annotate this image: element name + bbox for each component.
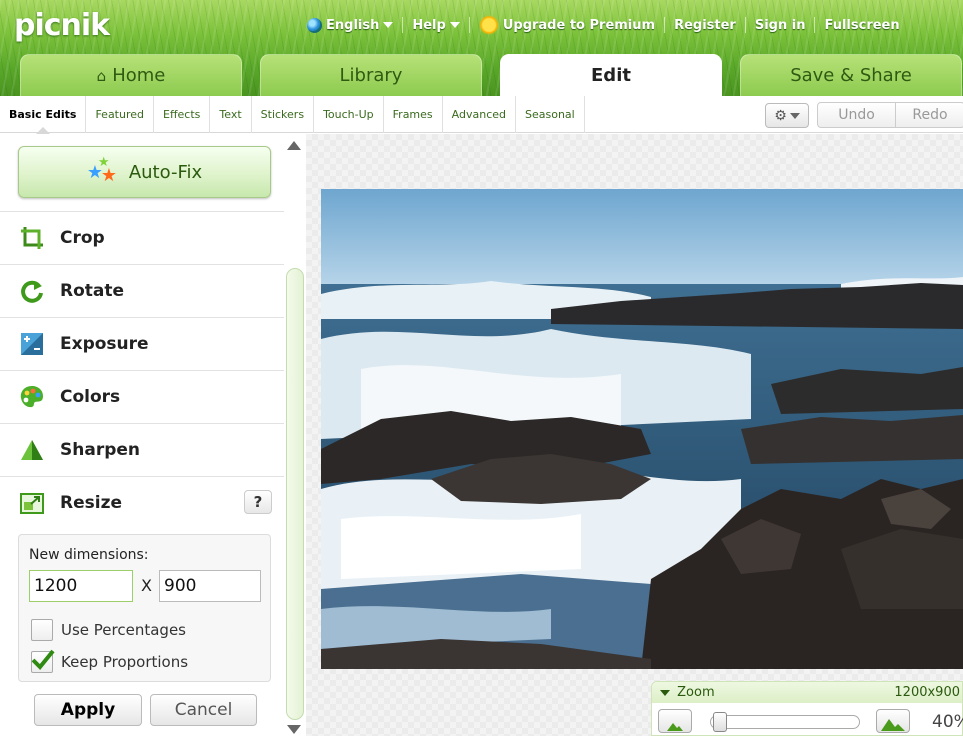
register-link[interactable]: Register <box>665 18 745 33</box>
logo[interactable]: picnik <box>14 8 110 43</box>
keep-proportions-checkbox[interactable] <box>31 649 55 673</box>
tool-resize[interactable]: Resize ? <box>0 476 284 529</box>
width-field[interactable]: 1200 <box>29 570 133 602</box>
zoom-title: Zoom <box>677 685 715 700</box>
globe-icon <box>307 17 322 33</box>
subtab-featured[interactable]: Featured <box>86 95 155 133</box>
zoom-panel: Zoom 1200x900 40% <box>651 681 963 736</box>
apply-button[interactable]: Apply <box>34 694 142 726</box>
zoom-header[interactable]: Zoom 1200x900 <box>652 682 962 703</box>
tool-resize-label: Resize <box>60 493 122 513</box>
language-label: English <box>326 17 380 33</box>
zoom-slider[interactable] <box>710 712 860 732</box>
scroll-down-icon[interactable] <box>287 725 301 734</box>
chevron-down-icon <box>383 22 394 28</box>
top-nav: English Help Upgrade to Premium Register… <box>298 14 963 36</box>
image-size: 1200x900 <box>894 685 960 700</box>
tab-edit[interactable]: Edit <box>500 54 722 96</box>
use-percentages-label: Use Percentages <box>61 621 186 639</box>
scroll-up-icon[interactable] <box>287 141 301 150</box>
scrollbar-thumb[interactable] <box>286 268 304 720</box>
tool-rotate[interactable]: Rotate <box>0 264 284 317</box>
subtab-text[interactable]: Text <box>210 95 252 133</box>
gear-icon: ⚙ <box>774 107 787 124</box>
resize-options: New dimensions: 1200 X 900 Use Percentag… <box>18 534 271 682</box>
mountain-small-icon <box>667 723 683 731</box>
help-button[interactable]: ? <box>244 490 272 514</box>
crop-icon <box>18 224 46 252</box>
photo-preview[interactable] <box>321 189 963 669</box>
tab-save-share[interactable]: Save & Share <box>740 54 962 96</box>
exposure-icon <box>18 330 46 358</box>
zoom-percent: 40% <box>932 712 963 732</box>
checkmark-icon <box>31 649 55 670</box>
autofix-button[interactable]: ★ ★ ★ Auto-Fix <box>18 146 271 198</box>
tools-panel: ★ ★ ★ Auto-Fix Crop Rotate Exposure Colo… <box>0 134 284 736</box>
keep-proportions-label: Keep Proportions <box>61 653 189 671</box>
cancel-button[interactable]: Cancel <box>150 694 257 726</box>
use-percentages-checkbox[interactable] <box>31 619 53 641</box>
tab-library-label: Library <box>339 65 403 86</box>
upgrade-label: Upgrade to Premium <box>502 17 656 33</box>
tool-crop-label: Crop <box>60 228 105 248</box>
chevron-down-icon <box>789 112 800 119</box>
zoom-slider-handle[interactable] <box>713 712 727 732</box>
zoom-out-button[interactable] <box>658 709 692 733</box>
dimensions-label: New dimensions: <box>29 547 149 563</box>
height-field[interactable]: 900 <box>159 570 261 602</box>
tool-sharpen-label: Sharpen <box>60 440 141 460</box>
chevron-down-icon <box>449 22 460 28</box>
help-menu[interactable]: Help <box>403 18 468 33</box>
subtab-basic-edits[interactable]: Basic Edits <box>0 95 87 134</box>
zoom-in-button[interactable] <box>876 709 910 733</box>
tool-colors-label: Colors <box>60 387 121 407</box>
autofix-label: Auto-Fix <box>128 161 203 183</box>
tool-rotate-label: Rotate <box>60 281 125 301</box>
tool-exposure-label: Exposure <box>60 334 149 354</box>
tool-exposure[interactable]: Exposure <box>0 317 284 370</box>
sun-icon <box>478 15 499 35</box>
undo-button[interactable]: Undo <box>817 102 896 128</box>
tab-save-share-label: Save & Share <box>790 65 912 86</box>
seascape-photo <box>321 189 963 669</box>
subtab-advanced[interactable]: Advanced <box>443 95 516 133</box>
tool-colors[interactable]: Colors <box>0 370 284 423</box>
resize-icon <box>18 489 46 517</box>
header: picnik English Help Upgrade to Premium R… <box>0 0 963 96</box>
language-menu[interactable]: English <box>298 17 402 33</box>
mountain-large-icon <box>881 719 905 731</box>
dimension-separator: X <box>141 576 152 595</box>
tool-sharpen[interactable]: Sharpen <box>0 423 284 476</box>
redo-button[interactable]: Redo <box>895 102 963 128</box>
subtab-frames[interactable]: Frames <box>384 95 443 133</box>
tab-home[interactable]: ⌂ Home <box>20 54 242 96</box>
tool-crop[interactable]: Crop <box>0 211 284 264</box>
rotate-icon <box>18 277 46 305</box>
palette-icon <box>18 383 46 411</box>
stars-icon: ★ ★ ★ <box>86 155 117 186</box>
signin-link[interactable]: Sign in <box>746 18 815 33</box>
upgrade-link[interactable]: Upgrade to Premium <box>470 15 664 35</box>
help-label: Help <box>412 17 446 33</box>
subtab-touch-up[interactable]: Touch-Up <box>314 95 384 133</box>
subtab-stickers[interactable]: Stickers <box>252 95 315 133</box>
settings-menu-button[interactable]: ⚙ <box>765 103 809 128</box>
home-icon: ⌂ <box>96 66 107 85</box>
tab-edit-label: Edit <box>591 65 631 86</box>
subtab-seasonal[interactable]: Seasonal <box>516 95 585 133</box>
sharpen-icon <box>18 436 46 464</box>
subtab-effects[interactable]: Effects <box>154 95 211 133</box>
tab-home-label: Home <box>112 65 166 86</box>
fullscreen-link[interactable]: Fullscreen <box>815 18 908 33</box>
chevron-down-icon <box>660 690 670 696</box>
tab-library[interactable]: Library <box>260 54 482 96</box>
